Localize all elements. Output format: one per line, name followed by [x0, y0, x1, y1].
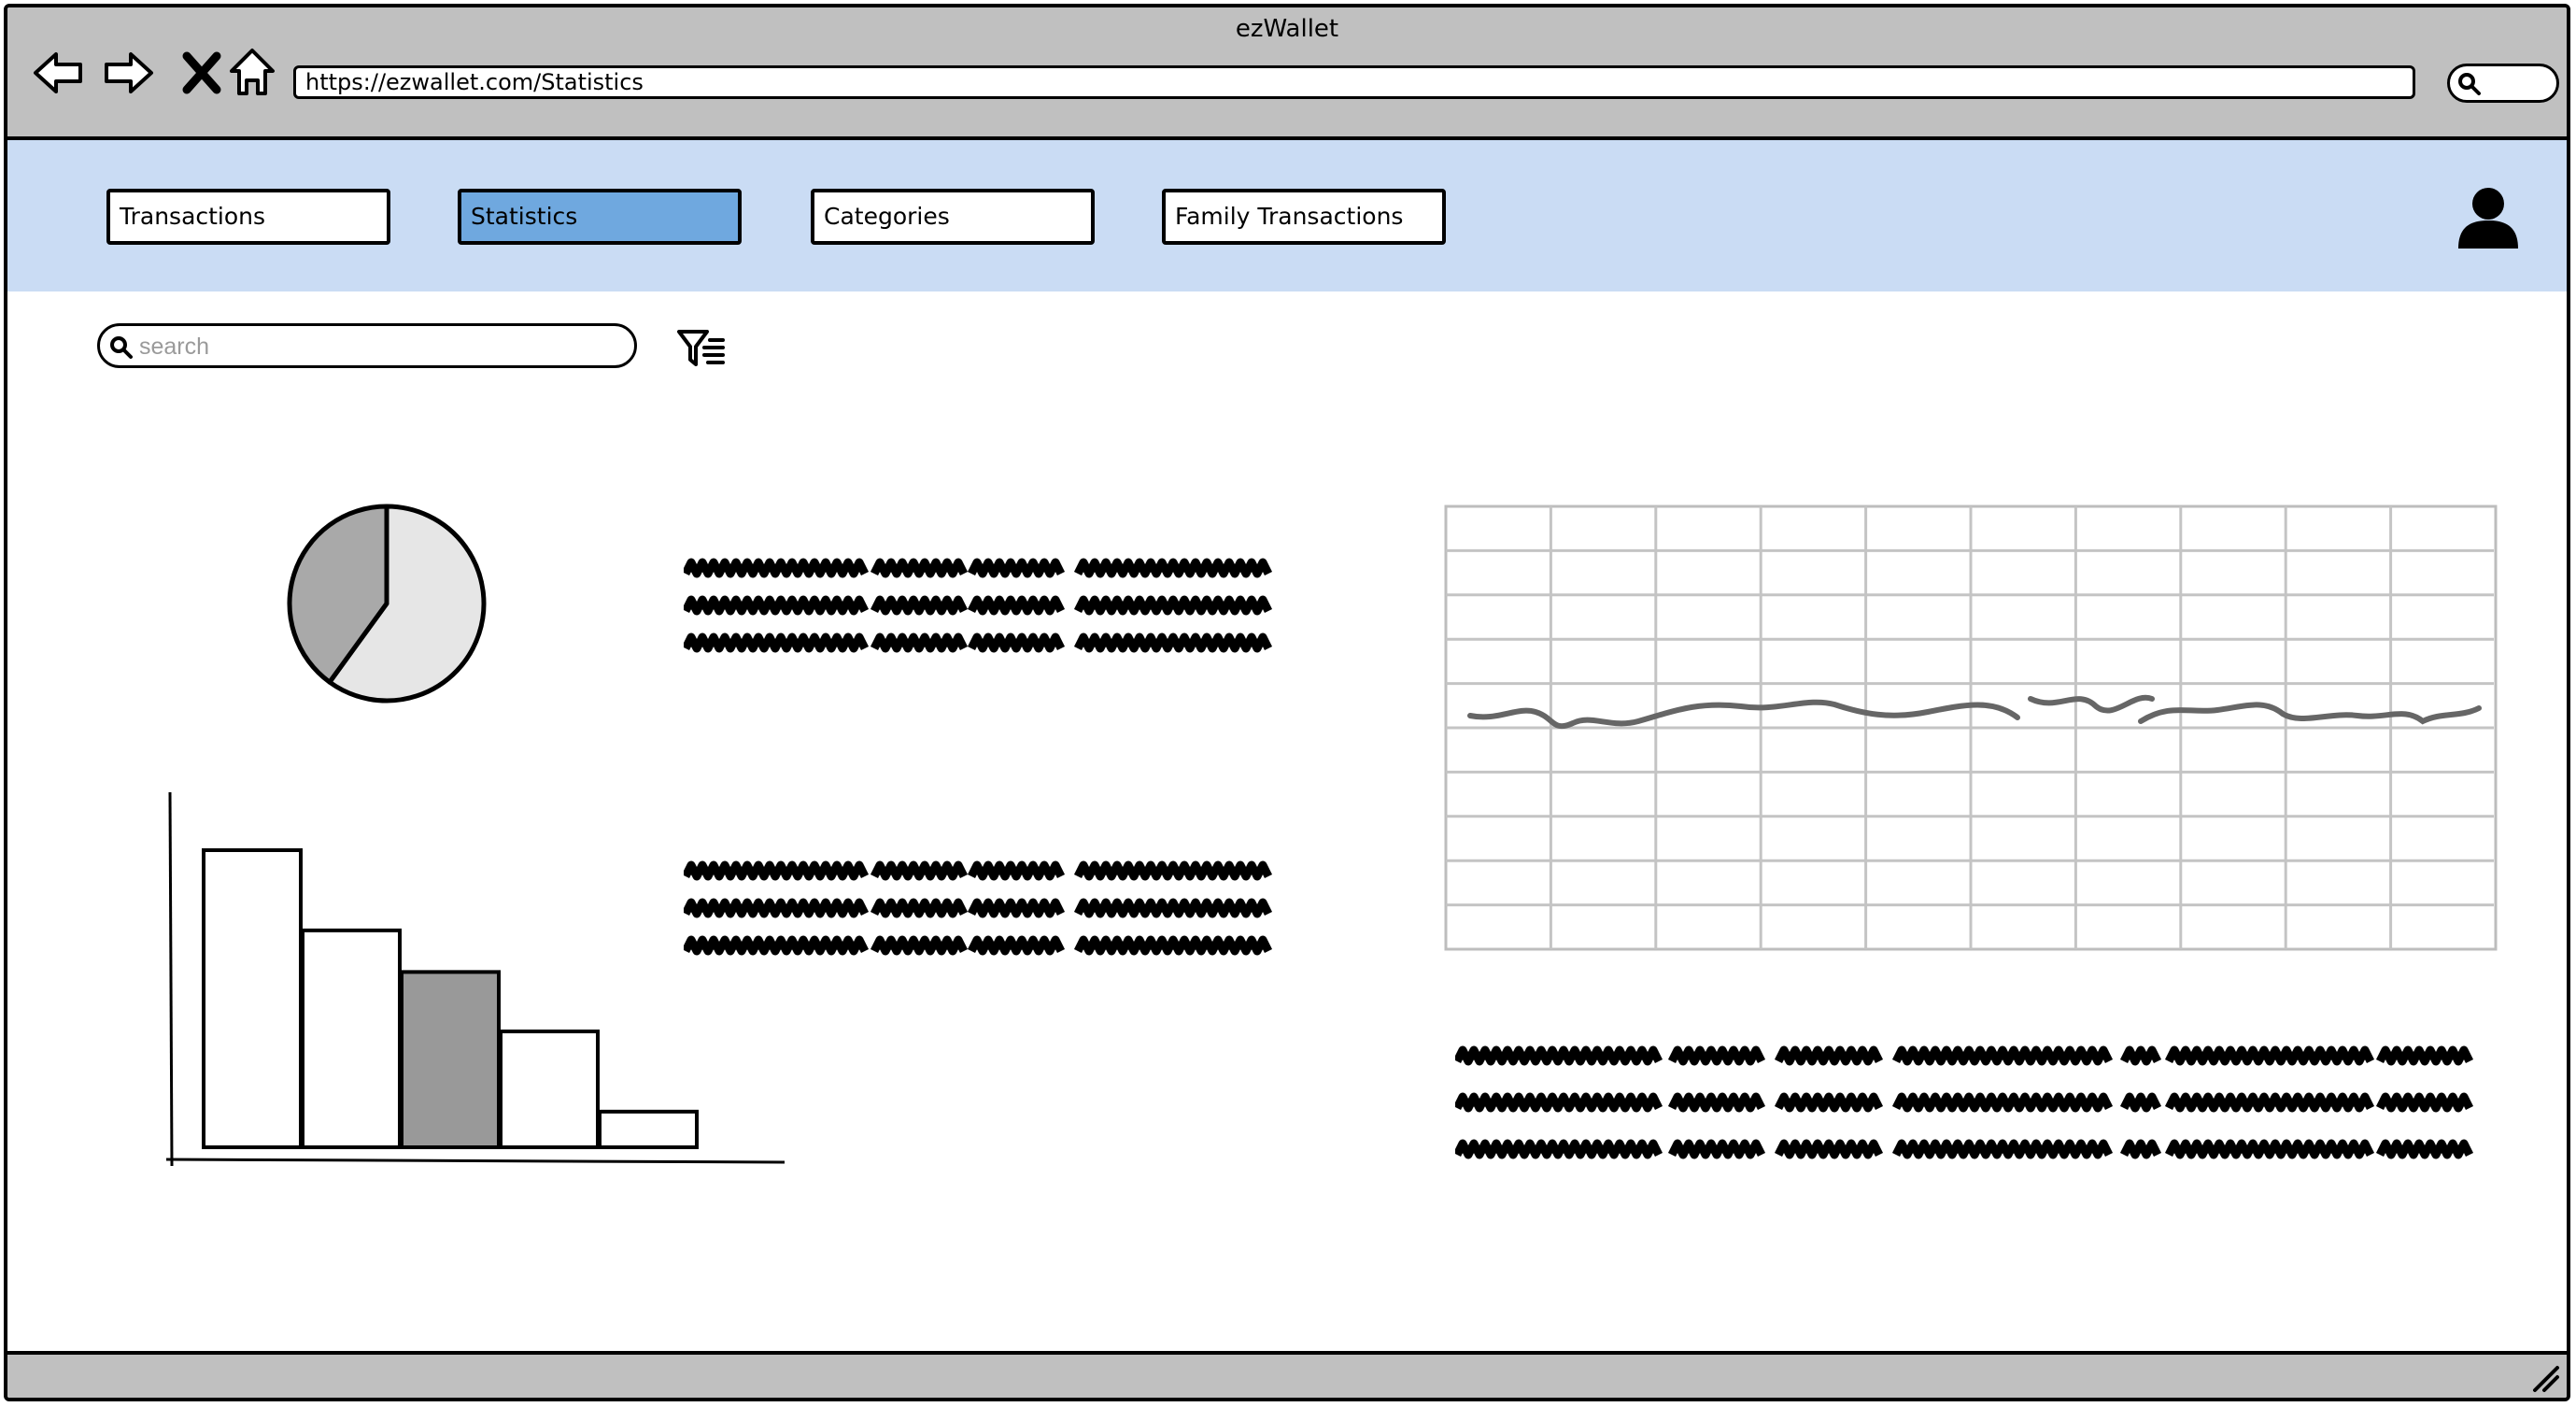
scribble-word [2375, 1092, 2474, 1113]
line-chart [1444, 505, 2498, 951]
scribble-word [870, 632, 969, 653]
scribble-word [1774, 1092, 1884, 1113]
scribble-word [2119, 1045, 2162, 1066]
status-bar [7, 1351, 2567, 1398]
x-axis [165, 1158, 786, 1164]
bar-chart [165, 791, 786, 1167]
placeholder-text-block-3 [1455, 1045, 2474, 1159]
search-icon [2458, 73, 2481, 95]
close-icon[interactable] [174, 45, 230, 101]
placeholder-text-block-1 [684, 558, 1273, 653]
user-avatar-icon[interactable] [2455, 185, 2522, 250]
home-icon[interactable] [224, 45, 280, 101]
filter-list-icon[interactable] [676, 329, 727, 368]
scribble-word [1891, 1139, 2114, 1159]
scribble-word [870, 898, 969, 918]
scribble-word [684, 860, 870, 881]
nav-statistics-button[interactable]: Statistics [458, 189, 742, 245]
nav-family-transactions-button[interactable]: Family Transactions [1162, 189, 1446, 245]
scribble-word [967, 632, 1066, 653]
app-header: Transactions Statistics Categories Famil… [7, 140, 2567, 291]
scribble-word [1073, 898, 1273, 918]
pie-chart [287, 504, 487, 704]
scribble-word [684, 558, 870, 578]
url-bar[interactable]: https://ezwallet.com/Statistics [293, 65, 2415, 99]
scribble-word [1667, 1092, 1766, 1113]
scribble-word [2164, 1139, 2375, 1159]
scribble-word [2164, 1092, 2375, 1113]
bar [301, 928, 402, 1149]
browser-search-field[interactable] [2447, 64, 2559, 103]
search-input[interactable] [137, 332, 608, 362]
scribble-word [1455, 1092, 1663, 1113]
bar [400, 970, 501, 1149]
back-arrow-icon[interactable] [30, 45, 86, 101]
scribble-word [684, 898, 870, 918]
scribble-word [967, 558, 1066, 578]
scribble-word [1774, 1139, 1884, 1159]
scribble-word [870, 595, 969, 616]
scribble-word [967, 860, 1066, 881]
scribble-word [1455, 1139, 1663, 1159]
search-icon [110, 336, 133, 359]
scribble-word [967, 595, 1066, 616]
bar [598, 1109, 699, 1149]
scribble-word [1073, 558, 1273, 578]
browser-chrome: ezWallet https://ezwallet.com/Statistics [7, 7, 2567, 140]
scribble-word [1073, 595, 1273, 616]
scribble-word [967, 898, 1066, 918]
bar [499, 1029, 600, 1150]
scribble-word [870, 860, 969, 881]
scribble-word [1891, 1045, 2114, 1066]
search-field[interactable] [97, 323, 637, 368]
nav-transactions-button[interactable]: Transactions [106, 189, 390, 245]
scribble-word [870, 935, 969, 956]
scribble-word [1891, 1092, 2114, 1113]
browser-window: ezWallet https://ezwallet.com/Statistics… [4, 4, 2570, 1401]
scribble-word [684, 595, 870, 616]
scribble-word [1073, 632, 1273, 653]
bar [202, 848, 303, 1149]
resize-grip-icon[interactable] [2529, 1362, 2561, 1394]
nav-categories-button[interactable]: Categories [811, 189, 1095, 245]
scribble-word [967, 935, 1066, 956]
line-series [1467, 694, 2482, 730]
scribble-word [1073, 860, 1273, 881]
scribble-word [1667, 1045, 1766, 1066]
forward-arrow-icon[interactable] [101, 45, 157, 101]
scribble-word [684, 935, 870, 956]
scribble-word [1667, 1139, 1766, 1159]
y-axis [168, 791, 174, 1167]
scribble-word [2164, 1045, 2375, 1066]
scribble-word [2375, 1045, 2474, 1066]
scribble-word [1774, 1045, 1884, 1066]
scribble-word [2375, 1139, 2474, 1159]
scribble-word [2119, 1092, 2162, 1113]
scribble-word [1455, 1045, 1663, 1066]
window-title: ezWallet [1235, 15, 1339, 43]
scribble-word [684, 632, 870, 653]
scribble-word [2119, 1139, 2162, 1159]
scribble-word [870, 558, 969, 578]
placeholder-text-block-2 [684, 860, 1273, 956]
scribble-word [1073, 935, 1273, 956]
